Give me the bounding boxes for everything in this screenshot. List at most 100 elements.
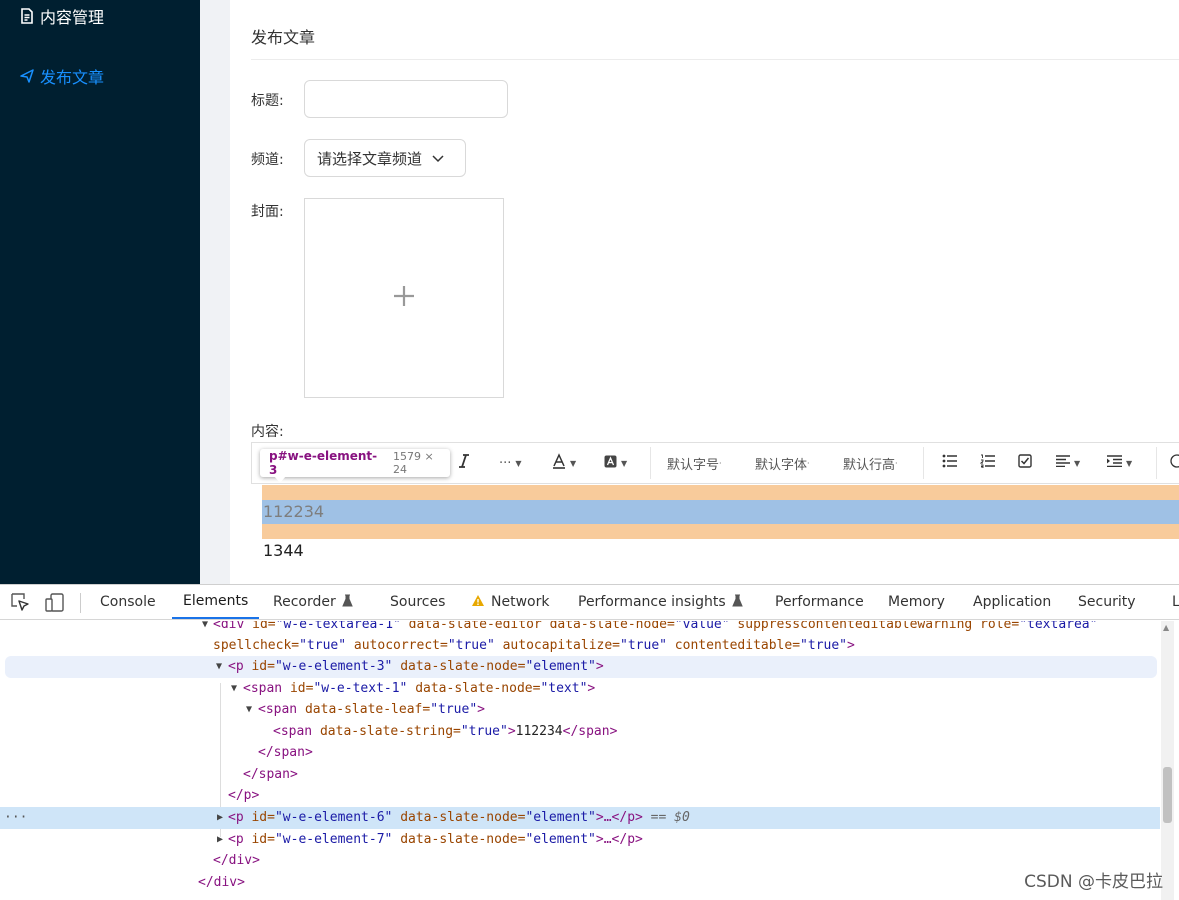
- text-node: 112234: [515, 724, 563, 739]
- divider: [251, 59, 1179, 60]
- tab-security[interactable]: Security: [1078, 585, 1136, 619]
- todo-button[interactable]: [1018, 443, 1032, 483]
- tab-console[interactable]: Console: [100, 585, 156, 619]
- dom-node-p-element-6[interactable]: ··· ▶ <p id="w-e-element-6" data-slate-n…: [0, 807, 1160, 829]
- channel-select-value: 请选择文章频道: [317, 149, 423, 168]
- numbered-list-button[interactable]: [979, 443, 995, 483]
- attr-name: id=: [243, 659, 275, 674]
- attr-name: data-slate-string=: [312, 724, 461, 739]
- caret-down-icon: ▼: [1074, 458, 1081, 468]
- tab-label: Memory: [888, 594, 945, 610]
- dom-node-span-leaf[interactable]: ▼ <span data-slate-leaf="true">: [0, 699, 1160, 721]
- bulleted-list-button[interactable]: [942, 443, 957, 483]
- dom-close-div[interactable]: </div>: [0, 872, 1160, 894]
- tab-performance-insights[interactable]: Performance insights: [578, 585, 743, 619]
- tag-close: </div>: [198, 875, 245, 890]
- dom-scrollbar[interactable]: ▲: [1161, 621, 1174, 900]
- attr-value: "true": [800, 638, 848, 653]
- tag-close: </span>: [562, 724, 618, 739]
- emoji-button[interactable]: [1170, 443, 1179, 483]
- tab-application[interactable]: Application: [973, 585, 1051, 619]
- attr-name: suppresscontenteditablewarning role=: [729, 621, 1020, 632]
- title-label: 标题:: [251, 93, 284, 109]
- watermark: CSDN @卡皮巴拉: [1024, 872, 1163, 892]
- attr-name: spellcheck=: [213, 638, 300, 653]
- tab-label: Security: [1078, 594, 1136, 610]
- sidebar-item-publish-article[interactable]: 发布文章: [20, 64, 104, 88]
- dom-close-span[interactable]: </span>: [0, 764, 1160, 786]
- editor-paragraph[interactable]: 112234: [263, 502, 324, 521]
- attr-name: id=: [244, 621, 276, 632]
- title-input[interactable]: [304, 80, 508, 118]
- row-menu-icon[interactable]: ···: [4, 807, 27, 829]
- inspect-element-icon[interactable]: [11, 593, 30, 616]
- channel-select[interactable]: 请选择文章频道: [304, 139, 466, 177]
- tab-label: Performance: [775, 594, 864, 610]
- inspect-tooltip: p#w-e-element-3 1579 × 24: [260, 449, 450, 477]
- tab-sources[interactable]: Sources: [390, 585, 445, 619]
- align-button[interactable]: ▼: [1056, 443, 1080, 483]
- dom-node-span-text[interactable]: ▼ <span id="w-e-text-1" data-slate-node=…: [0, 678, 1160, 700]
- device-toolbar-icon[interactable]: [45, 593, 65, 616]
- dom-close-p[interactable]: </p>: [0, 785, 1160, 807]
- font-family-select[interactable]: 默认字体 ·: [755, 443, 810, 483]
- line-height-select[interactable]: 默认行高 ·: [843, 443, 898, 483]
- indent-button[interactable]: ▼: [1107, 443, 1132, 483]
- tag-close: </span>: [258, 745, 313, 760]
- collapsed-triangle-icon: ▶: [217, 834, 224, 845]
- attr-value: "w-e-element-6": [274, 810, 393, 825]
- sidebar-item-content-management[interactable]: 内容管理: [20, 4, 104, 28]
- dom-node-p-element-7[interactable]: ▶ <p id="w-e-element-7" data-slate-node=…: [0, 829, 1160, 851]
- scroll-up-icon[interactable]: ▲: [1163, 623, 1169, 632]
- console-ref: == $0: [642, 810, 690, 825]
- dom-node-p-element-3[interactable]: ▼ <p id="w-e-element-3" data-slate-node=…: [5, 656, 1157, 678]
- attr-value: "w-e-text-1": [313, 681, 408, 696]
- card-title: 发布文章: [251, 28, 316, 47]
- font-color-button[interactable]: ▼: [552, 443, 576, 483]
- attr-name: id=: [243, 832, 275, 847]
- cover-upload[interactable]: [304, 198, 504, 398]
- attr-value: "true": [430, 702, 478, 717]
- devtools-tabbar: Console Elements Recorder Sources Networ…: [0, 585, 1179, 620]
- align-left-icon: [1056, 455, 1070, 471]
- dom-close-div[interactable]: </div>: [0, 850, 1160, 872]
- scroll-thumb[interactable]: [1163, 767, 1172, 823]
- attr-value: "true": [620, 638, 667, 653]
- tag-close: </div>: [213, 853, 260, 868]
- attr-value: "value": [674, 621, 730, 632]
- dom-node-div-textarea[interactable]: ▼ <div id="w-e-textarea-1" data-slate-ed…: [0, 621, 1160, 636]
- attr-value: "textarea": [1019, 621, 1098, 632]
- tag-name: <span: [273, 724, 313, 739]
- tab-elements[interactable]: Elements: [172, 585, 260, 619]
- bg-color-button[interactable]: ▼: [604, 443, 627, 483]
- tag-end: >: [477, 702, 485, 717]
- tab-recorder[interactable]: Recorder: [273, 585, 353, 619]
- tab-network[interactable]: Network: [471, 585, 549, 619]
- sidebar: 内容管理 发布文章: [0, 0, 200, 584]
- attr-name: data-slate-node=: [392, 659, 526, 674]
- tab-lighthouse[interactable]: L: [1172, 585, 1179, 619]
- tag-name: <span: [258, 702, 298, 717]
- tooltip-selector: p#w-e-element-3: [269, 449, 378, 477]
- dom-close-span[interactable]: </span>: [0, 742, 1160, 764]
- tab-performance[interactable]: Performance: [775, 585, 864, 619]
- font-size-select[interactable]: 默认字号 ·: [667, 443, 722, 483]
- plus-icon: [393, 285, 415, 311]
- attr-value: "element": [525, 810, 596, 825]
- attr-name: data-slate-node=: [392, 832, 526, 847]
- attr-name: data-slate-leaf=: [297, 702, 431, 717]
- dom-node-span-string[interactable]: <span data-slate-string="true">112234</s…: [0, 721, 1160, 743]
- tab-label: L: [1172, 594, 1179, 610]
- tooltip-size: 1579 × 24: [393, 450, 434, 476]
- attr-value: "true": [299, 638, 347, 653]
- dom-node-div-textarea-cont[interactable]: spellcheck="true" autocorrect="true" aut…: [0, 635, 1160, 657]
- italic-button[interactable]: [457, 443, 471, 483]
- flask-icon: [341, 594, 353, 611]
- editor-paragraph[interactable]: 1344: [263, 541, 304, 560]
- dom-tree: ▼ <div id="w-e-textarea-1" data-slate-ed…: [0, 621, 1160, 900]
- more-style-button[interactable]: ··· ▼: [499, 443, 522, 483]
- tab-memory[interactable]: Memory: [888, 585, 945, 619]
- attr-name: id=: [282, 681, 314, 696]
- italic-icon: [457, 453, 471, 473]
- caret-down-icon: ▼: [515, 458, 522, 468]
